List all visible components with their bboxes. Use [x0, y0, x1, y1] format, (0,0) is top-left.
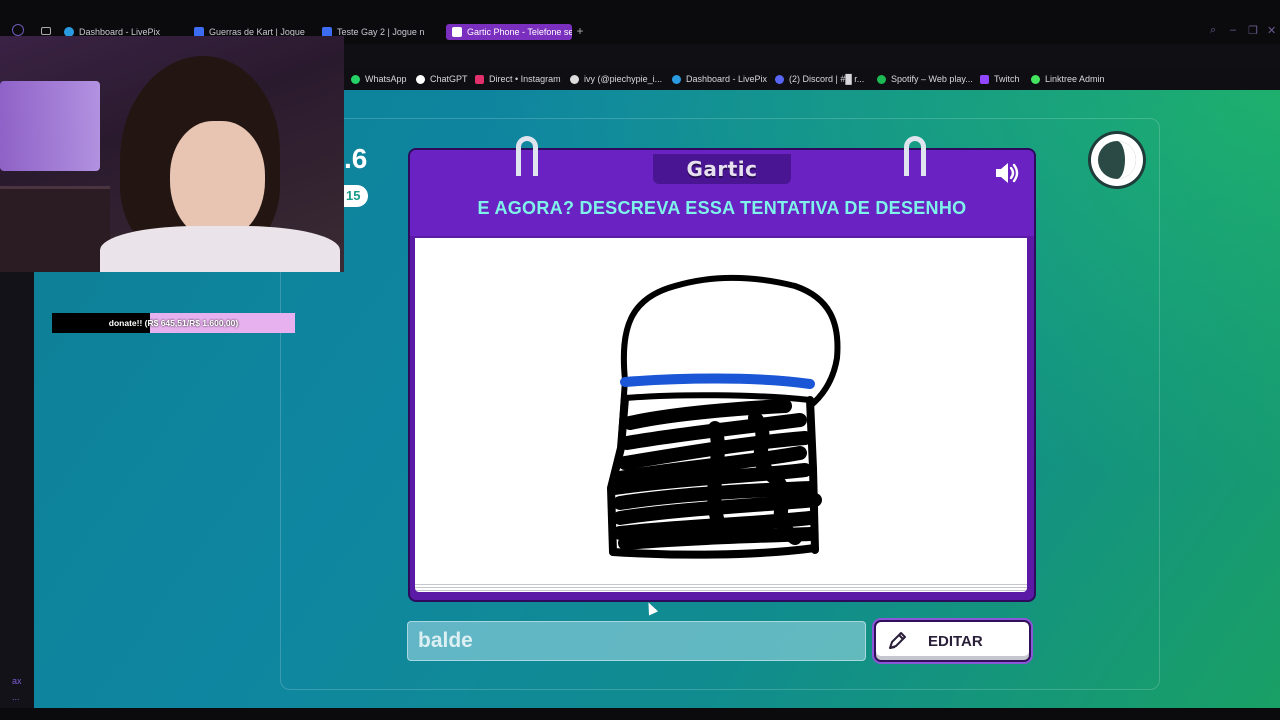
- bookmark-label: WhatsApp: [365, 74, 407, 84]
- edit-button[interactable]: EDITAR: [874, 620, 1031, 662]
- bookmark-spotify[interactable]: Spotify – Web play...: [877, 74, 973, 84]
- bookmark-label: Dashboard - LivePix: [686, 74, 768, 84]
- sidebar-more[interactable]: ...: [12, 692, 20, 702]
- webcam-streamer-face: [170, 121, 265, 241]
- webcam-overlay: [0, 36, 344, 272]
- new-tab-plus-icon[interactable]: +: [574, 24, 586, 38]
- whatsapp-icon: [351, 74, 360, 84]
- bookmark-label: ivy (@piechypie_i...: [584, 74, 663, 84]
- notebook-page-edge: [415, 582, 1027, 592]
- gartic-logo: Gartic: [686, 157, 758, 181]
- restore-icon[interactable]: ❐: [1248, 24, 1258, 37]
- bookmark-instagram[interactable]: Direct • Instagram: [475, 74, 561, 84]
- bookmark-label: Linktree Admin: [1045, 74, 1105, 84]
- drawing-canvas: [415, 238, 1027, 582]
- donation-goal-bar: donate!! (R$ 645,51/R$ 1.600,00): [52, 313, 295, 333]
- speaker-icon[interactable]: [992, 158, 1022, 188]
- edit-button-label: EDITAR: [928, 632, 983, 650]
- prompt-headline: E AGORA? DESCREVA ESSA TENTATIVA DE DESE…: [477, 198, 967, 218]
- tab-label: Teste Gay 2 | Jogue n: [337, 27, 425, 37]
- minimize-icon[interactable]: –: [1230, 24, 1236, 36]
- bookmark-label: Direct • Instagram: [489, 74, 561, 84]
- bookmark-chatgpt[interactable]: ChatGPT: [416, 74, 468, 84]
- webcam-background-light: [0, 81, 100, 171]
- linktree-icon: [1031, 74, 1040, 84]
- tab-label: Gartic Phone - Telefone se: [467, 27, 572, 37]
- bookmark-tiktok[interactable]: ivy (@piechypie_i...: [570, 74, 662, 84]
- search-tabs-icon[interactable]: ⌕: [1210, 24, 1216, 37]
- bookmark-label: Twitch: [994, 74, 1020, 84]
- discord-icon: [775, 74, 784, 84]
- bucket-drawing: [606, 274, 841, 559]
- logo-plate: Gartic: [653, 154, 791, 184]
- tiktok-icon: [570, 74, 579, 84]
- answer-input[interactable]: [407, 621, 866, 661]
- bookmark-linktree[interactable]: Linktree Admin: [1031, 74, 1105, 84]
- opera-logo-icon[interactable]: [12, 24, 24, 36]
- chatgpt-icon: [416, 74, 425, 84]
- timer-icon: [1091, 134, 1143, 186]
- tab-gartic-phone[interactable]: Gartic Phone - Telefone se: [446, 24, 572, 40]
- browser-sidebar: ax ...: [0, 272, 34, 708]
- workspaces-icon[interactable]: [41, 27, 51, 35]
- instagram-icon: [475, 74, 484, 84]
- livepix-icon: [672, 74, 681, 84]
- card-header: Gartic E AGORA? DESCREVA ESSA TENTATIVA …: [410, 136, 1034, 236]
- phone-favicon-icon: [452, 27, 462, 37]
- bookmark-label: (2) Discord | #█ r...: [789, 74, 865, 84]
- bookmark-livepix[interactable]: Dashboard - LivePix: [672, 74, 767, 84]
- bookmark-discord[interactable]: (2) Discord | #█ r...: [775, 74, 864, 84]
- bookmark-label: Spotify – Web play...: [891, 74, 973, 84]
- binder-ring-left-icon: [516, 136, 538, 176]
- webcam-streamer-shirt: [100, 226, 340, 272]
- sidebar-label[interactable]: ax: [12, 676, 22, 686]
- donation-goal-text: donate!! (R$ 645,51/R$ 1.600,00): [108, 318, 239, 328]
- close-icon[interactable]: ✕: [1267, 24, 1276, 37]
- spotify-icon: [877, 74, 886, 84]
- binder-ring-right-icon: [904, 136, 926, 176]
- bookmark-twitch[interactable]: Twitch: [980, 74, 1020, 84]
- twitch-icon: [980, 74, 989, 84]
- drawing-card: Gartic E AGORA? DESCREVA ESSA TENTATIVA …: [408, 136, 1036, 602]
- bottom-bar: [0, 708, 1280, 720]
- round-number: .6: [344, 143, 368, 174]
- bookmark-whatsapp[interactable]: WhatsApp: [351, 74, 407, 84]
- pencil-icon: [889, 632, 906, 649]
- bookmark-label: ChatGPT: [430, 74, 468, 84]
- webcam-background-furniture: [0, 186, 110, 272]
- round-badge: 15: [344, 185, 368, 207]
- address-toolbar: [344, 44, 1280, 105]
